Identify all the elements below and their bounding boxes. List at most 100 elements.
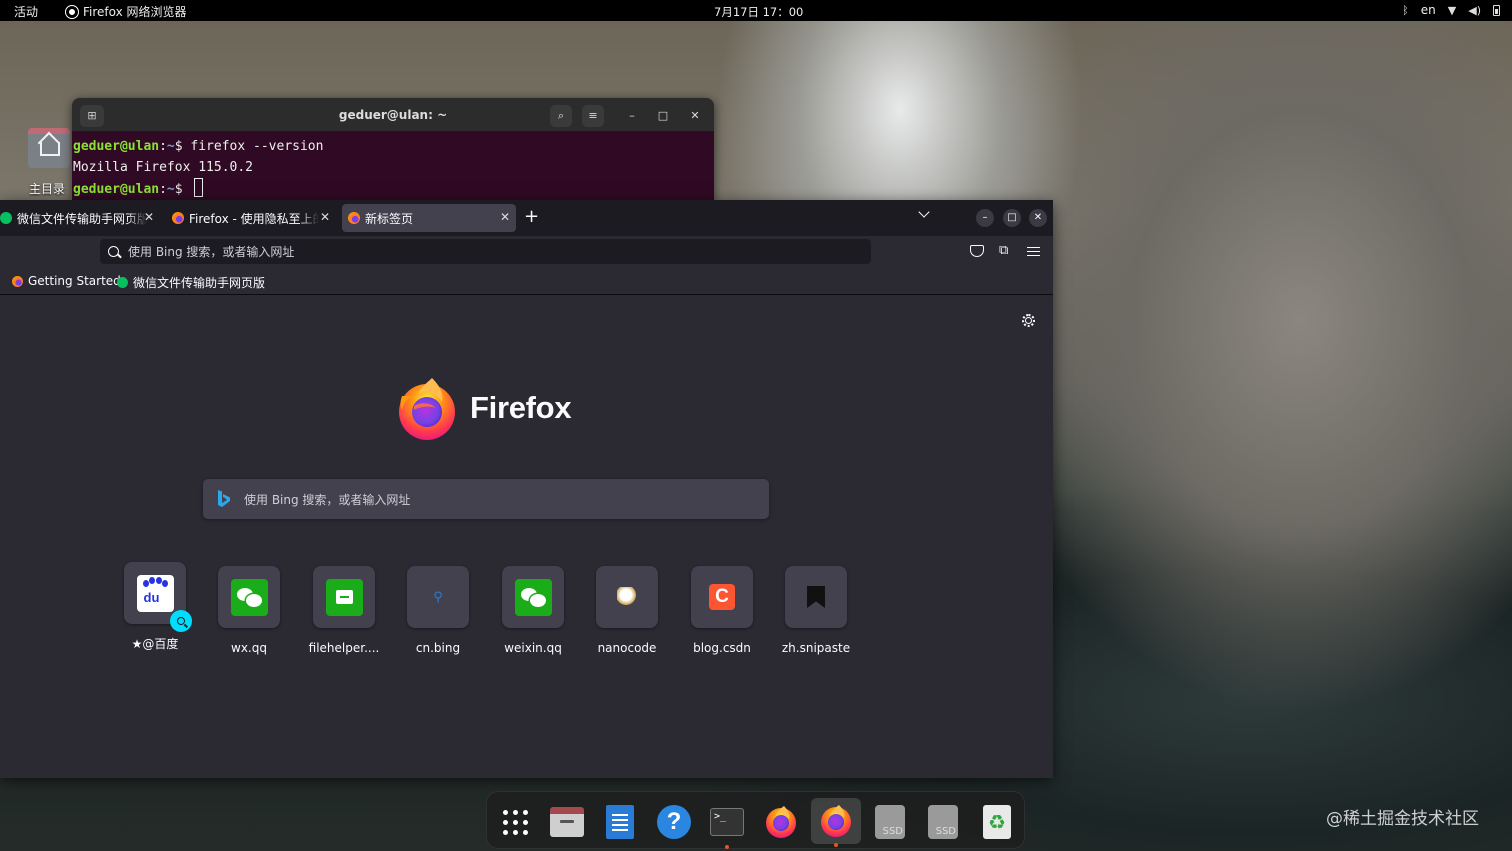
shortcut-tile[interactable] bbox=[596, 566, 658, 628]
volume-icon[interactable]: ◀) bbox=[1468, 4, 1481, 17]
terminal-menu-button[interactable]: ≡ bbox=[582, 105, 604, 127]
wechat-icon bbox=[230, 578, 268, 616]
terminal-search-button[interactable]: ⌕ bbox=[550, 105, 572, 127]
dock-firefox-running[interactable] bbox=[811, 798, 861, 847]
terminal-command: firefox --version bbox=[190, 139, 324, 154]
terminal-window[interactable]: ⊞ geduer@ulan: ~ ⌕ ≡ – □ ✕ geduer@ulan:~… bbox=[72, 98, 714, 202]
bookmark-label: Getting Started bbox=[28, 274, 121, 288]
tab-close-icon[interactable]: ✕ bbox=[320, 210, 330, 224]
wechat-favicon bbox=[0, 212, 12, 224]
shortcut-filehelper[interactable]: filehelper.... bbox=[304, 566, 384, 655]
shortcut-nanocode[interactable]: nanocode bbox=[587, 566, 667, 655]
new-tab-button[interactable]: + bbox=[524, 208, 539, 226]
terminal-maximize-button[interactable]: □ bbox=[652, 105, 674, 127]
terminal-line: geduer@ulan:~$ firefox --version bbox=[73, 139, 324, 154]
shortcut-tile[interactable] bbox=[785, 566, 847, 628]
ssd-label: SSD bbox=[882, 826, 903, 837]
show-apps-button[interactable] bbox=[496, 803, 534, 841]
bluetooth-icon[interactable]: ᛒ bbox=[1402, 4, 1409, 17]
dock-ssd-1[interactable]: SSD bbox=[871, 803, 909, 841]
shortcut-tile[interactable]: ⚲ bbox=[407, 566, 469, 628]
desktop-home-folder[interactable]: 主目录 bbox=[28, 128, 72, 197]
terminal-line: Mozilla Firefox 115.0.2 bbox=[73, 158, 714, 179]
terminal-header[interactable]: ⊞ geduer@ulan: ~ ⌕ ≡ – □ ✕ bbox=[72, 98, 714, 132]
firefox-close-button[interactable]: ✕ bbox=[1029, 209, 1047, 227]
filehelper-icon bbox=[325, 578, 363, 616]
pinned-star-icon: ★ bbox=[131, 637, 143, 651]
shortcut-cn-bing[interactable]: ⚲ cn.bing bbox=[398, 566, 478, 655]
firefox-maximize-button[interactable]: □ bbox=[1003, 209, 1021, 227]
help-icon: ? bbox=[657, 805, 691, 839]
tab-close-icon[interactable]: ✕ bbox=[500, 210, 510, 224]
dock-help[interactable]: ? bbox=[655, 803, 693, 841]
shortcut-tile[interactable] bbox=[502, 566, 564, 628]
clock[interactable]: 7月17日 17：00 bbox=[714, 4, 803, 20]
search-icon bbox=[108, 246, 119, 257]
menu-hamburger-icon[interactable] bbox=[1027, 247, 1040, 256]
shortcut-weixin-qq[interactable]: weixin.qq bbox=[493, 566, 573, 655]
list-all-tabs-icon[interactable] bbox=[919, 210, 929, 220]
wechat-icon bbox=[514, 578, 552, 616]
tab-new-tab[interactable]: 新标签页 ✕ bbox=[342, 204, 516, 232]
extensions-icon[interactable]: ⧉ bbox=[999, 243, 1008, 259]
new-tab-page: Firefox 使用 Bing 搜索，或者输入网址 ★@百度 wx.qq bbox=[0, 296, 1053, 778]
firefox-icon bbox=[821, 805, 851, 837]
top-bar: 活动 Firefox 网络浏览器 7月17日 17：00 ᛒ en ▼ ◀) bbox=[0, 0, 1512, 21]
terminal-line: geduer@ulan:~$ bbox=[73, 178, 714, 201]
shortcut-tile[interactable] bbox=[313, 566, 375, 628]
url-bar[interactable]: 使用 Bing 搜索，或者输入网址 bbox=[100, 239, 871, 264]
firefox-favicon bbox=[12, 275, 23, 287]
csdn-icon: C bbox=[709, 584, 735, 610]
pocket-icon[interactable] bbox=[970, 245, 984, 257]
newtab-search-box[interactable]: 使用 Bing 搜索，或者输入网址 bbox=[203, 479, 769, 519]
app-menu[interactable]: Firefox 网络浏览器 bbox=[66, 3, 187, 20]
nanocode-icon bbox=[617, 587, 637, 607]
terminal-close-button[interactable]: ✕ bbox=[684, 105, 706, 127]
firefox-minimize-button[interactable]: – bbox=[976, 209, 994, 227]
home-folder-icon bbox=[28, 128, 70, 168]
shortcut-zh-snipaste[interactable]: zh.snipaste bbox=[776, 566, 856, 655]
shortcut-wx-qq[interactable]: wx.qq bbox=[209, 566, 289, 655]
home-folder-label: 主目录 bbox=[28, 182, 65, 196]
running-indicator bbox=[725, 845, 729, 849]
shortcut-tile[interactable] bbox=[218, 566, 280, 628]
trash-icon: ♻ bbox=[983, 805, 1011, 839]
shortcut-blog-csdn[interactable]: C blog.csdn bbox=[682, 566, 762, 655]
bing-search-icon: ⚲ bbox=[433, 589, 443, 605]
activities-button[interactable]: 活动 bbox=[14, 3, 38, 20]
bookmark-wechat-filehelper[interactable]: 微信文件传输助手网页版 bbox=[117, 274, 265, 291]
tab-label: 新标签页 bbox=[365, 211, 414, 226]
firefox-app-icon bbox=[66, 5, 78, 18]
running-indicator bbox=[834, 843, 838, 847]
dock-terminal[interactable]: >_ bbox=[708, 803, 746, 849]
search-shortcut-badge-icon bbox=[170, 610, 192, 632]
shortcut-baidu[interactable]: ★@百度 bbox=[115, 562, 195, 652]
ssd-icon: SSD bbox=[875, 805, 905, 839]
wifi-icon[interactable]: ▼ bbox=[1448, 4, 1456, 17]
dock-ssd-2[interactable]: SSD bbox=[924, 803, 962, 841]
customize-gear-icon[interactable] bbox=[1021, 313, 1035, 327]
bookmark-getting-started[interactable]: Getting Started bbox=[12, 274, 121, 288]
shortcut-tile[interactable]: C bbox=[691, 566, 753, 628]
tab-firefox-privacy[interactable]: Firefox - 使用隐私至上的浏览器 ✕ bbox=[166, 204, 336, 232]
dock-files[interactable] bbox=[548, 803, 586, 841]
shortcut-label: wx.qq bbox=[231, 641, 267, 655]
dock-trash[interactable]: ♻ bbox=[978, 803, 1016, 841]
ssd-label: SSD bbox=[935, 826, 956, 837]
system-tray[interactable]: ᛒ en ▼ ◀) bbox=[1402, 3, 1500, 17]
dock-writer[interactable] bbox=[601, 803, 639, 841]
shortcut-label: ★@百度 bbox=[131, 637, 179, 651]
keyboard-language[interactable]: en bbox=[1421, 3, 1436, 17]
terminal-output[interactable]: geduer@ulan:~$ firefox --version Mozilla… bbox=[72, 132, 714, 201]
newtab-search-placeholder: 使用 Bing 搜索，或者输入网址 bbox=[244, 492, 411, 507]
shortcut-tile[interactable] bbox=[124, 562, 192, 632]
tab-close-icon[interactable]: ✕ bbox=[144, 210, 154, 224]
dock-firefox[interactable] bbox=[762, 803, 800, 841]
prompt-path: ~ bbox=[166, 182, 175, 197]
tab-wechat-filehelper[interactable]: 微信文件传输助手网页版 ✕ bbox=[0, 204, 160, 232]
terminal-minimize-button[interactable]: – bbox=[621, 105, 643, 127]
dock: ? >_ SSD SSD ♻ bbox=[486, 791, 1025, 849]
battery-icon[interactable] bbox=[1493, 4, 1500, 16]
shortcut-label: blog.csdn bbox=[693, 641, 751, 655]
firefox-window[interactable]: 微信文件传输助手网页版 ✕ Firefox - 使用隐私至上的浏览器 ✕ 新标签… bbox=[0, 200, 1053, 778]
